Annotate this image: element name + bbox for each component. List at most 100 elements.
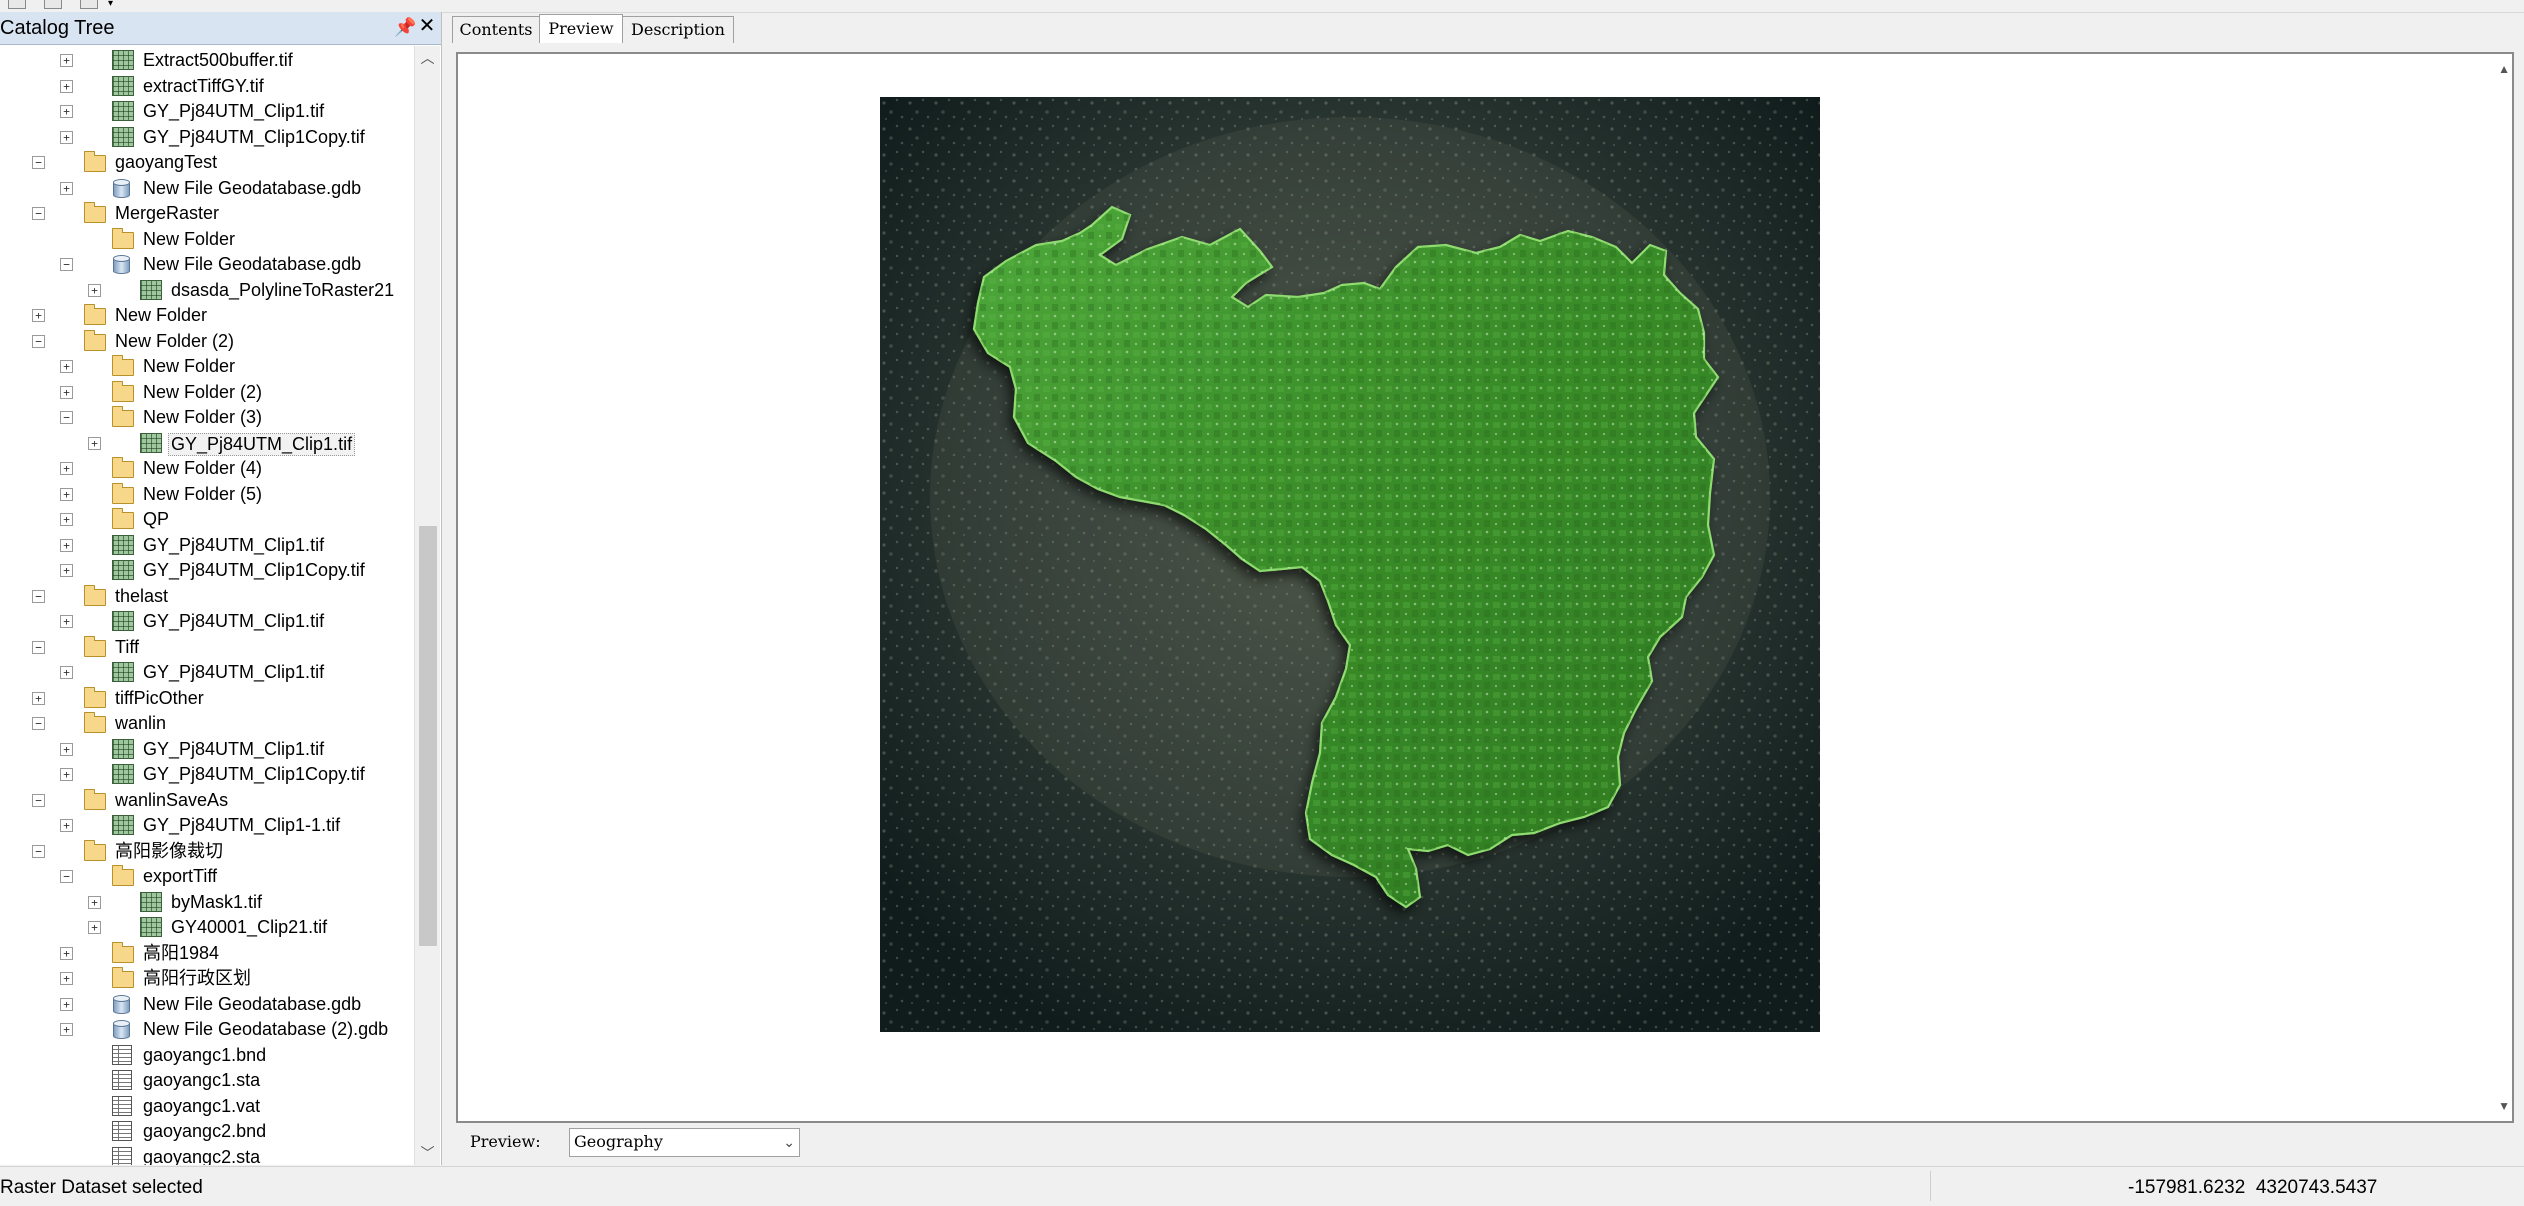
tree-item[interactable]: − thelast <box>0 584 413 609</box>
expand-icon[interactable]: + <box>60 487 73 501</box>
expand-icon[interactable]: + <box>60 538 73 552</box>
expand-icon[interactable]: + <box>60 54 73 67</box>
tree-item[interactable]: − New File Geodatabase.gdb <box>0 252 413 277</box>
expand-icon[interactable]: + <box>60 1023 73 1036</box>
tree-item[interactable]: gaoyangc1.vat <box>0 1094 413 1119</box>
collapse-icon[interactable]: − <box>32 640 45 654</box>
expand-icon[interactable]: + <box>60 997 73 1011</box>
preview-type-select[interactable]: Geography ⌄ <box>569 1128 800 1157</box>
tree-item[interactable]: + New File Geodatabase (2).gdb <box>0 1017 413 1042</box>
tree-item[interactable]: + GY_Pj84UTM_Clip1.tif <box>0 609 413 634</box>
collapse-icon[interactable]: − <box>32 156 45 169</box>
tree-item[interactable]: gaoyangc2.bnd <box>0 1119 413 1144</box>
expand-icon[interactable]: + <box>60 130 73 144</box>
collapse-icon[interactable]: − <box>32 844 45 858</box>
tree-item[interactable]: − wanlinSaveAs <box>0 788 413 813</box>
tree-item[interactable]: + GY_Pj84UTM_Clip1.tif <box>0 737 413 762</box>
collapse-icon[interactable]: − <box>32 334 45 348</box>
expand-icon[interactable]: + <box>60 768 73 781</box>
catalog-tree-scrollbar[interactable]: ︿ ﹀ <box>414 46 440 1165</box>
table-icon <box>112 1095 134 1116</box>
expand-icon[interactable]: + <box>60 79 73 93</box>
tree-item[interactable]: + GY_Pj84UTM_Clip1.tif <box>0 533 413 558</box>
tree-item[interactable]: gaoyangc2.sta <box>0 1145 413 1165</box>
chevron-down-icon[interactable]: ⌄ <box>783 1131 795 1153</box>
expand-icon[interactable]: + <box>60 615 73 628</box>
expand-icon[interactable]: + <box>60 972 73 985</box>
expand-icon[interactable]: + <box>60 462 73 475</box>
tree-item[interactable]: + GY_Pj84UTM_Clip1Copy.tif <box>0 558 413 583</box>
collapse-icon[interactable]: − <box>60 870 73 883</box>
tree-item[interactable]: New Folder <box>0 227 413 252</box>
tree-item[interactable]: + dsasda_PolylineToRaster21 <box>0 278 413 303</box>
expand-icon[interactable]: + <box>32 309 45 322</box>
tree-item[interactable]: gaoyangc1.sta <box>0 1068 413 1093</box>
preview-scroll-down-icon[interactable]: ▼ <box>2498 1099 2510 1113</box>
tree-item[interactable]: gaoyangc1.bnd <box>0 1043 413 1068</box>
collapse-icon[interactable]: − <box>32 793 45 807</box>
tree-item[interactable]: − gaoyangTest <box>0 150 413 175</box>
tree-item[interactable]: + 高阳1984 <box>0 941 413 966</box>
expand-icon[interactable]: + <box>60 819 73 832</box>
pin-icon[interactable]: 📌 <box>394 16 416 38</box>
tree-item[interactable]: − exportTiff <box>0 864 413 889</box>
expand-icon[interactable]: + <box>60 181 73 195</box>
tree-item[interactable]: + QP <box>0 507 413 532</box>
tab-preview[interactable]: Preview <box>539 14 623 43</box>
collapse-icon[interactable]: − <box>32 207 45 220</box>
expand-icon[interactable]: + <box>60 946 73 960</box>
tree-item[interactable]: + GY_Pj84UTM_Clip1Copy.tif <box>0 762 413 787</box>
scroll-down-icon[interactable]: ﹀ <box>415 1141 440 1165</box>
expand-icon[interactable]: + <box>88 436 101 450</box>
toolbar-button-1[interactable] <box>8 0 26 9</box>
tree-item[interactable]: + GY_Pj84UTM_Clip1-1.tif <box>0 813 413 838</box>
toolbar-dropdown-icon[interactable]: ▾ <box>108 0 118 9</box>
expand-icon[interactable]: + <box>60 564 73 577</box>
expand-icon[interactable]: + <box>32 691 45 705</box>
scroll-thumb[interactable] <box>419 526 437 946</box>
tree-item[interactable]: + GY_Pj84UTM_Clip1.tif <box>0 660 413 685</box>
expand-icon[interactable]: + <box>88 921 101 934</box>
collapse-icon[interactable]: − <box>60 258 73 271</box>
expand-icon[interactable]: + <box>60 105 73 118</box>
collapse-icon[interactable]: − <box>32 717 45 730</box>
tree-item[interactable]: + New Folder (5) <box>0 482 413 507</box>
scroll-up-icon[interactable]: ︿ <box>415 46 440 70</box>
tab-contents[interactable]: Contents <box>452 16 540 43</box>
toolbar-button-2[interactable] <box>44 0 62 9</box>
expand-icon[interactable]: + <box>60 360 73 373</box>
expand-icon[interactable]: + <box>60 666 73 679</box>
tree-item[interactable]: + GY_Pj84UTM_Clip1.tif <box>0 431 413 456</box>
tree-item[interactable]: − New Folder (2) <box>0 329 413 354</box>
expand-icon[interactable]: + <box>60 513 73 526</box>
expand-icon[interactable]: + <box>88 895 101 909</box>
toolbar-button-3[interactable] <box>80 0 98 9</box>
tree-item[interactable]: + New Folder (4) <box>0 456 413 481</box>
tree-item[interactable]: + New Folder (2) <box>0 380 413 405</box>
tree-item[interactable]: + New File Geodatabase.gdb <box>0 176 413 201</box>
tree-item[interactable]: − MergeRaster <box>0 201 413 226</box>
collapse-icon[interactable]: − <box>60 411 73 424</box>
tree-item[interactable]: + tiffPicOther <box>0 686 413 711</box>
tree-item[interactable]: − New Folder (3) <box>0 405 413 430</box>
tree-item[interactable]: − 高阳影像裁切 <box>0 839 413 864</box>
collapse-icon[interactable]: − <box>32 589 45 603</box>
tree-item[interactable]: + 高阳行政区划 <box>0 966 413 991</box>
tree-item[interactable]: − Tiff <box>0 635 413 660</box>
close-icon[interactable]: ✕ <box>418 15 436 37</box>
expand-icon[interactable]: + <box>60 742 73 756</box>
preview-scroll-up-icon[interactable]: ▲ <box>2498 62 2510 76</box>
expand-icon[interactable]: + <box>88 283 101 297</box>
tree-item[interactable]: + byMask1.tif <box>0 890 413 915</box>
tree-item[interactable]: + New Folder <box>0 303 413 328</box>
tree-item[interactable]: − wanlin <box>0 711 413 736</box>
tree-item[interactable]: + Extract500buffer.tif <box>0 48 413 73</box>
tab-description[interactable]: Description <box>622 16 734 43</box>
tree-item[interactable]: + New Folder <box>0 354 413 379</box>
tree-item[interactable]: + New File Geodatabase.gdb <box>0 992 413 1017</box>
tree-item[interactable]: + extractTiffGY.tif <box>0 74 413 99</box>
tree-item[interactable]: + GY_Pj84UTM_Clip1Copy.tif <box>0 125 413 150</box>
tree-item[interactable]: + GY_Pj84UTM_Clip1.tif <box>0 99 413 124</box>
expand-icon[interactable]: + <box>60 385 73 399</box>
tree-item[interactable]: + GY40001_Clip21.tif <box>0 915 413 940</box>
